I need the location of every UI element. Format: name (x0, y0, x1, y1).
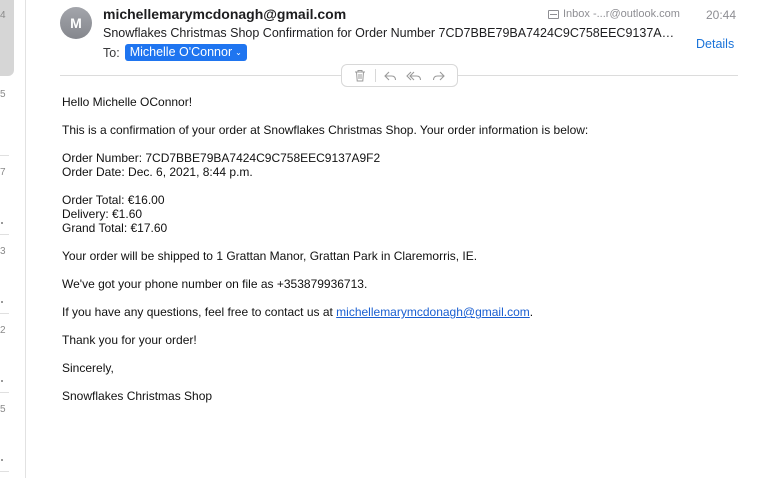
forward-icon[interactable] (429, 67, 449, 85)
grand-total: Grand Total: €17.60 (62, 221, 168, 235)
chevron-down-icon: ⌄ (235, 47, 242, 57)
message-list-divider (0, 471, 9, 472)
message-list-edge[interactable]: 4 5 7 3 2 5 (0, 0, 26, 478)
email-body: Hello Michelle OConnor! This is a confir… (62, 95, 742, 417)
signature-text: Snowflakes Christmas Shop (62, 389, 213, 403)
thanks-text: Thank you for your order! (62, 333, 197, 347)
questions-prefix: If you have any questions, feel free to … (62, 305, 337, 319)
message-list-dot (1, 380, 3, 382)
message-list-dot (1, 301, 3, 303)
message-list-divider (0, 234, 9, 235)
avatar-initial: M (70, 15, 82, 31)
order-number: Order Number: 7CD7BBE79BA7424C9C758EEC91… (62, 151, 381, 165)
reply-icon[interactable] (380, 67, 400, 85)
shipping-text: Your order will be shipped to 1 Grattan … (62, 249, 478, 263)
message-list-divider (0, 392, 9, 393)
message-action-toolbar (341, 64, 458, 87)
sender-address[interactable]: michellemarymcdonagh@gmail.com (103, 6, 346, 22)
mailbox-label: Inbox -...r@outlook.com (563, 8, 680, 20)
message-list-digit: 5 (0, 404, 6, 415)
message-list-dot (1, 459, 3, 461)
message-list-digit: 3 (0, 246, 6, 257)
message-list-digit: 4 (0, 10, 6, 21)
questions-text: If you have any questions, feel free to … (62, 305, 742, 319)
sender-avatar: M (60, 7, 92, 39)
recipient-name: Michelle O'Connor (129, 45, 233, 59)
recipient-token[interactable]: Michelle O'Connor ⌄ (124, 44, 247, 61)
intro-text: This is a confirmation of your order at … (62, 123, 589, 137)
signoff-text: Sincerely, (62, 361, 114, 375)
received-time: 20:44 (706, 8, 737, 22)
toolbar-separator (374, 69, 376, 82)
order-info: Order Number: 7CD7BBE79BA7424C9C758EEC91… (62, 151, 742, 179)
contact-email-link[interactable]: michellemarymcdonagh@gmail.com (336, 305, 530, 319)
email-subject: Snowflakes Christmas Shop Confirmation f… (103, 26, 679, 40)
message-list-divider (0, 155, 9, 156)
message-list-divider (0, 313, 9, 314)
message-list-dot (1, 222, 3, 224)
details-link[interactable]: Details (696, 37, 734, 51)
phone-text: We've got your phone number on file as +… (62, 277, 368, 291)
order-date: Order Date: Dec. 6, 2021, 8:44 p.m. (62, 165, 253, 179)
reply-all-icon[interactable] (404, 67, 424, 85)
message-list-digit: 5 (0, 89, 6, 100)
delivery-cost: Delivery: €1.60 (62, 207, 143, 221)
message-list-digit: 2 (0, 325, 6, 336)
order-totals: Order Total: €16.00 Delivery: €1.60 Gran… (62, 193, 742, 235)
to-label: To: (103, 45, 120, 60)
order-total: Order Total: €16.00 (62, 193, 165, 207)
greeting: Hello Michelle OConnor! (62, 95, 193, 109)
trash-icon[interactable] (350, 67, 370, 85)
mailbox-indicator: Inbox -...r@outlook.com (548, 8, 680, 20)
recipients-row: To: Michelle O'Connor ⌄ (103, 44, 247, 61)
questions-suffix: . (529, 305, 534, 319)
inbox-tray-icon (548, 9, 559, 19)
message-list-digit: 7 (0, 167, 6, 178)
